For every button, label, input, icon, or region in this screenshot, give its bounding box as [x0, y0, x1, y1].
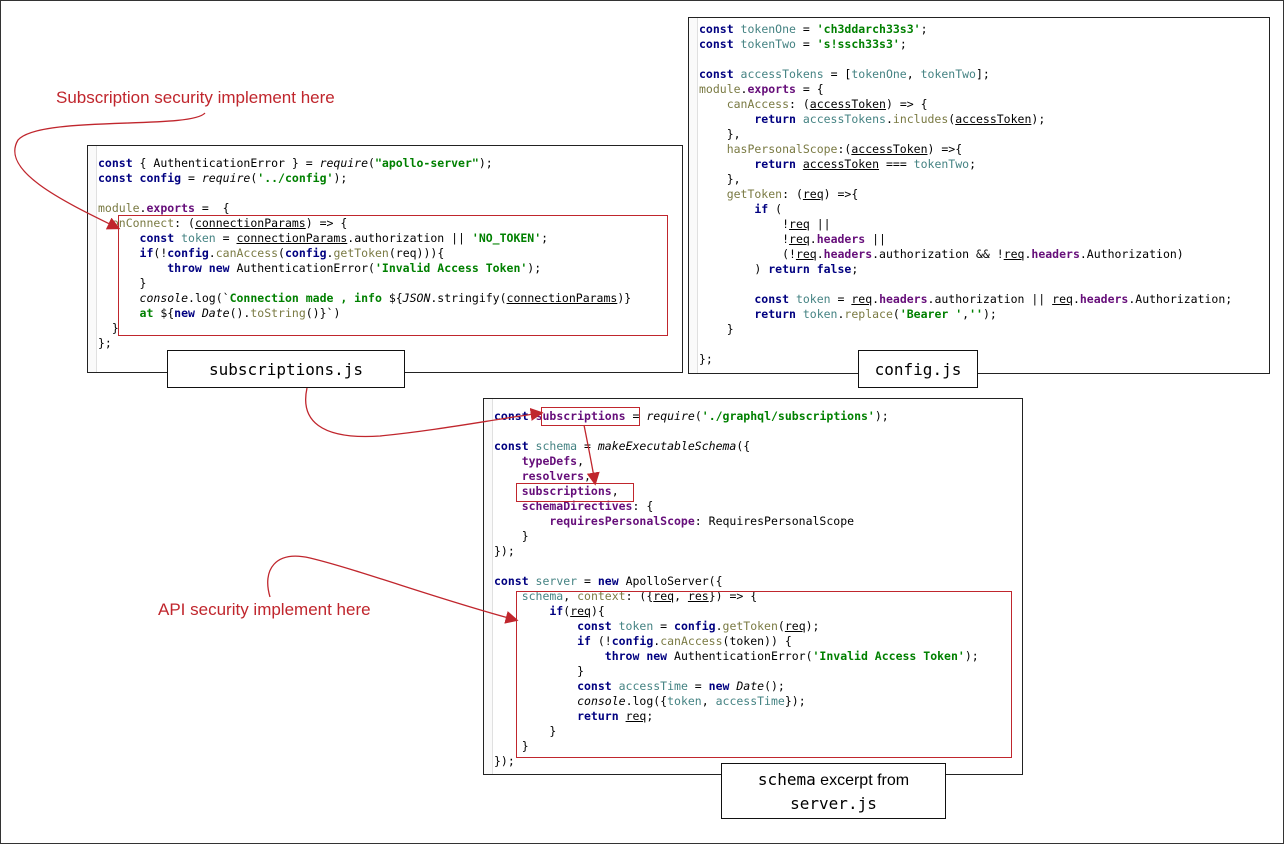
arrow-subscription-security: [14, 112, 206, 230]
arrow-import-to-prop: [583, 424, 600, 486]
annotation-arrows: [14, 112, 600, 624]
arrow-subscriptions-import: [305, 387, 544, 438]
arrow-api-security: [267, 555, 519, 624]
